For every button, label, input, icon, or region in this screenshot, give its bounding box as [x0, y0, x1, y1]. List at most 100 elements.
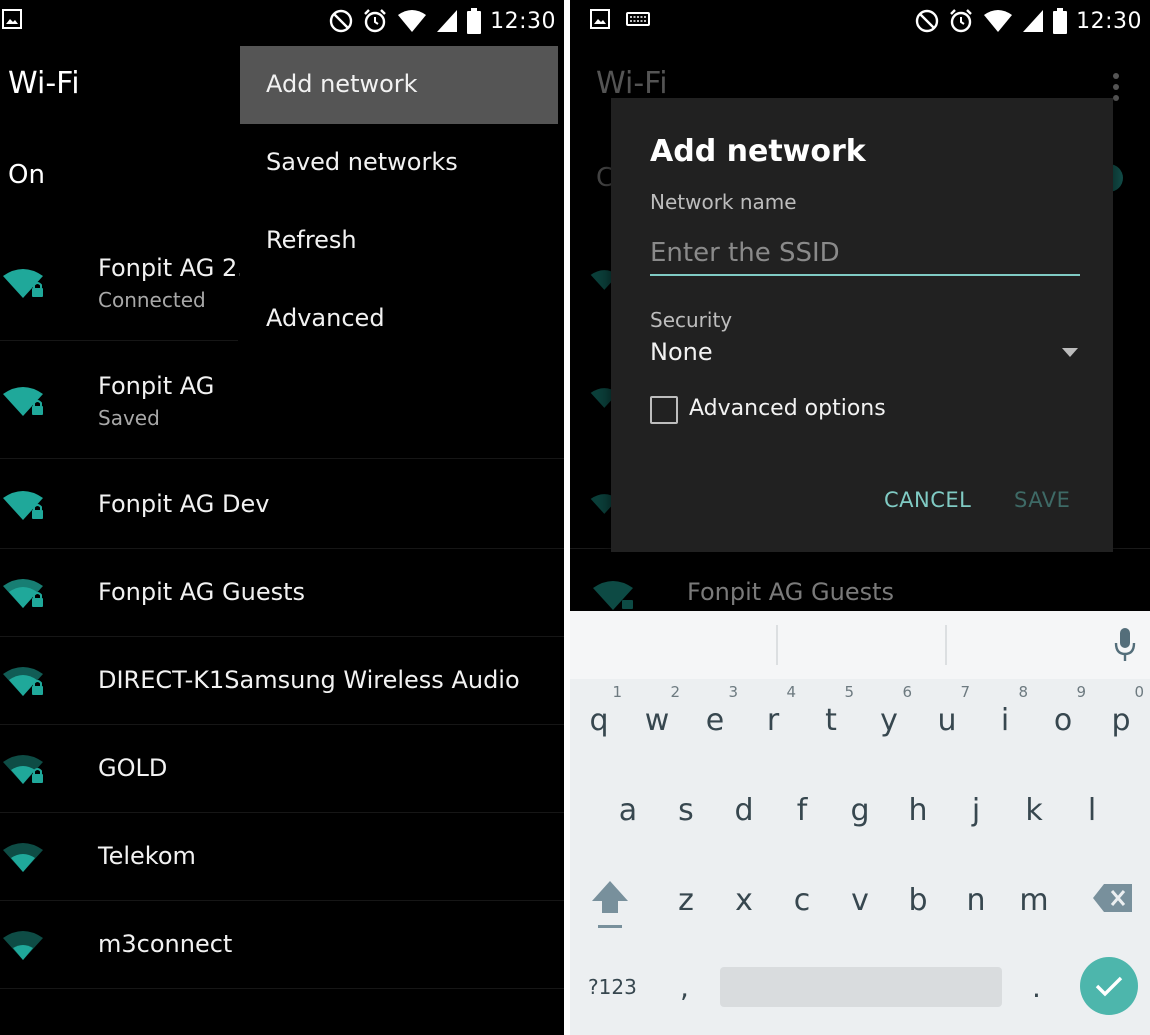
wifi-lock-icon	[3, 491, 43, 520]
key-i[interactable]: i8	[976, 679, 1034, 759]
cell-signal-icon	[437, 10, 458, 32]
network-row[interactable]: GOLD	[0, 724, 564, 813]
microphone-icon[interactable]	[1113, 627, 1137, 663]
suggestion-strip	[570, 611, 1150, 679]
status-time: 12:30	[490, 8, 556, 34]
key-d[interactable]: d	[715, 769, 773, 849]
key-a[interactable]: a	[599, 769, 657, 849]
wifi-switch-label[interactable]: On	[8, 160, 45, 190]
network-row[interactable]: DIRECT-K1Samsung Wireless Audio	[0, 636, 564, 725]
key-z[interactable]: z	[657, 859, 715, 939]
network-row[interactable]: m3connect	[0, 900, 564, 989]
ssid-input[interactable]: Enter the SSID	[650, 236, 1080, 276]
dialog-title: Add network	[650, 134, 866, 169]
more-options-icon[interactable]	[1112, 72, 1120, 102]
background-wifi-lock-icon	[593, 581, 633, 610]
alarm-icon	[950, 9, 972, 33]
wifi-icon	[3, 843, 43, 872]
wifi-status-icon	[984, 10, 1013, 32]
soft-keyboard: q1 w2 e3 r4 t5 y6 u7 i8 o9 p0 a s d f g …	[570, 611, 1150, 1035]
battery-icon	[467, 8, 482, 34]
network-row[interactable]: Telekom	[0, 812, 564, 901]
security-label: Security	[650, 308, 733, 332]
network-name: Fonpit AG 2.	[98, 254, 245, 282]
left-screen: 12:30 Wi-Fi On Fonpit AG 2. Connected Fo…	[0, 0, 564, 1035]
key-r[interactable]: r4	[744, 679, 802, 759]
wifi-lock-icon	[3, 387, 43, 416]
cancel-button[interactable]: CANCEL	[884, 488, 971, 512]
background-network-name: Fonpit AG Guests	[687, 578, 894, 606]
symbols-key[interactable]: ?123	[588, 975, 637, 999]
overflow-menu: Add network Saved networks Refresh Advan…	[240, 46, 558, 364]
key-y[interactable]: y6	[860, 679, 918, 759]
security-value: None	[650, 338, 713, 366]
network-row[interactable]: Fonpit AG 2. Connected	[0, 224, 245, 341]
network-name: GOLD	[98, 754, 168, 782]
cell-signal-icon	[1023, 10, 1044, 32]
background-page-title: Wi-Fi	[596, 66, 668, 101]
network-row[interactable]: Fonpit AG Dev	[0, 460, 564, 549]
checkmark-icon	[1095, 976, 1123, 997]
dropdown-arrow-icon	[1062, 348, 1078, 357]
space-bar[interactable]	[720, 967, 1002, 1007]
period-key[interactable]: .	[1032, 971, 1041, 1004]
key-m[interactable]: m	[1005, 859, 1063, 939]
key-x[interactable]: x	[715, 859, 773, 939]
advanced-options-checkbox[interactable]	[650, 396, 678, 424]
key-s[interactable]: s	[657, 769, 715, 849]
key-f[interactable]: f	[773, 769, 831, 849]
key-t[interactable]: t5	[802, 679, 860, 759]
image-notification-icon	[2, 9, 22, 29]
network-name: m3connect	[98, 930, 233, 958]
key-o[interactable]: o9	[1034, 679, 1092, 759]
network-name-label: Network name	[650, 190, 797, 214]
network-name: Fonpit AG Guests	[98, 578, 305, 606]
key-e[interactable]: e3	[686, 679, 744, 759]
suggestion-divider	[776, 625, 778, 665]
advanced-options-label[interactable]: Advanced options	[689, 396, 886, 421]
right-screen: 12:30 Wi-Fi C Fonpit AG Guests Add netwo…	[570, 0, 1150, 1035]
network-name: Fonpit AG	[98, 372, 215, 400]
page-title: Wi-Fi	[8, 66, 80, 101]
menu-item-advanced[interactable]: Advanced	[240, 280, 558, 358]
key-g[interactable]: g	[831, 769, 889, 849]
key-j[interactable]: j	[947, 769, 1005, 849]
key-l[interactable]: l	[1063, 769, 1121, 849]
status-time: 12:30	[1076, 8, 1142, 34]
key-p[interactable]: p0	[1092, 679, 1150, 759]
shift-icon[interactable]	[590, 879, 630, 931]
comma-key[interactable]: ,	[680, 971, 689, 1004]
add-network-dialog: Add network Network name Enter the SSID …	[611, 98, 1113, 552]
status-icons: 12:30	[915, 6, 1142, 36]
key-c[interactable]: c	[773, 859, 831, 939]
backspace-icon[interactable]	[1092, 883, 1134, 913]
key-q[interactable]: q1	[570, 679, 628, 759]
wifi-status-icon	[398, 10, 427, 32]
status-icons: 12:30	[329, 6, 556, 36]
wifi-lock-icon	[3, 667, 43, 696]
network-status: Connected	[98, 288, 206, 312]
security-dropdown[interactable]: None	[650, 338, 1080, 372]
key-h[interactable]: h	[889, 769, 947, 849]
menu-item-saved-networks[interactable]: Saved networks	[240, 124, 558, 202]
save-button[interactable]: SAVE	[1014, 488, 1070, 512]
network-status: Saved	[98, 406, 160, 430]
network-name: Fonpit AG Dev	[98, 490, 270, 518]
keyboard-notification-icon	[626, 12, 650, 26]
key-n[interactable]: n	[947, 859, 1005, 939]
key-u[interactable]: u7	[918, 679, 976, 759]
menu-item-refresh[interactable]: Refresh	[240, 202, 558, 280]
key-k[interactable]: k	[1005, 769, 1063, 849]
key-v[interactable]: v	[831, 859, 889, 939]
screenshot-root: 12:30 Wi-Fi On Fonpit AG 2. Connected Fo…	[0, 0, 1150, 1035]
wifi-lock-icon	[3, 579, 43, 608]
key-b[interactable]: b	[889, 859, 947, 939]
wifi-lock-icon	[3, 269, 43, 298]
menu-item-add-network[interactable]: Add network	[240, 46, 558, 124]
battery-icon	[1053, 8, 1068, 34]
network-name: DIRECT-K1Samsung Wireless Audio	[98, 666, 520, 694]
enter-key[interactable]	[1080, 957, 1138, 1015]
alarm-icon	[364, 9, 386, 33]
network-row[interactable]: Fonpit AG Guests	[0, 548, 564, 637]
key-w[interactable]: w2	[628, 679, 686, 759]
